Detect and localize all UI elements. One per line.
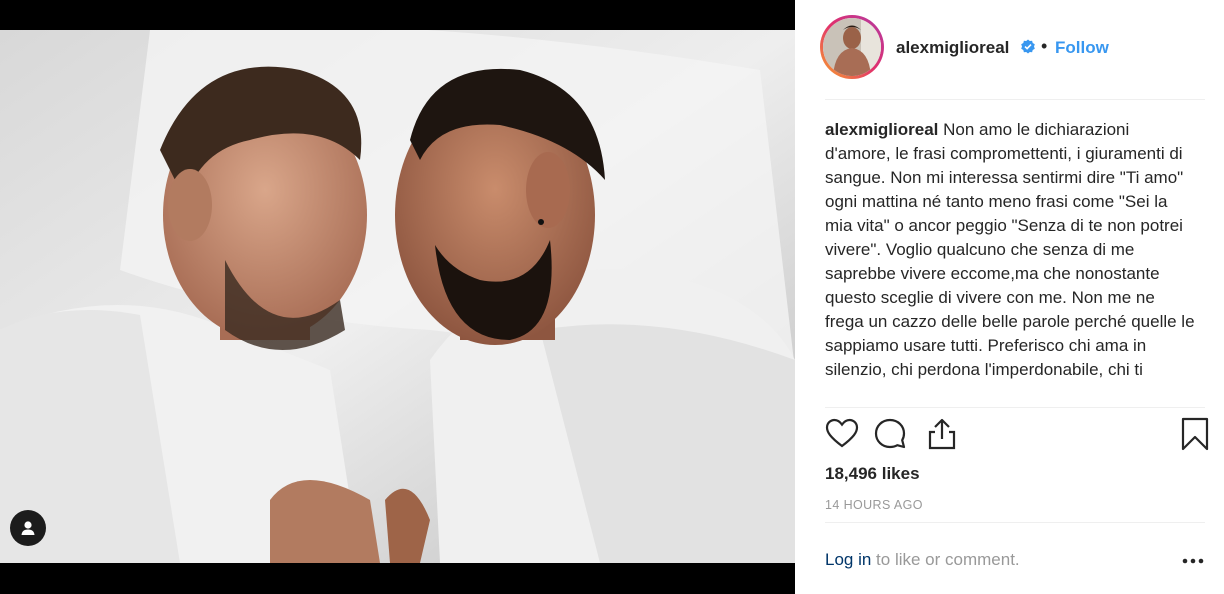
login-prompt-text: to like or comment. xyxy=(871,550,1020,569)
heart-icon[interactable] xyxy=(825,417,859,456)
caption-username[interactable]: alexmiglioreal xyxy=(825,120,938,139)
likes-count[interactable]: 18,496 likes xyxy=(825,464,920,484)
action-bar xyxy=(825,417,1215,453)
login-link[interactable]: Log in xyxy=(825,550,871,569)
post-side-panel: alexmiglioreal • Follow alexmiglioreal N… xyxy=(795,0,1224,594)
post-photo[interactable] xyxy=(0,30,795,563)
caption-text: Non amo le dichiarazioni d'amore, le fra… xyxy=(825,120,1195,379)
share-icon[interactable] xyxy=(925,417,959,456)
tagged-user-icon[interactable] xyxy=(10,510,46,546)
separator-dot: • xyxy=(1041,36,1048,56)
divider xyxy=(825,522,1205,523)
avatar[interactable] xyxy=(820,15,884,79)
post-timestamp[interactable]: 14 HOURS AGO xyxy=(825,498,923,512)
bookmark-icon[interactable] xyxy=(1180,417,1210,456)
follow-button[interactable]: Follow xyxy=(1055,38,1109,58)
avatar-image xyxy=(823,18,881,76)
post-media xyxy=(0,0,795,594)
more-options-icon[interactable] xyxy=(1181,551,1205,576)
post-header: alexmiglioreal • Follow xyxy=(795,0,1224,100)
divider xyxy=(825,407,1205,408)
comment-icon[interactable] xyxy=(873,417,907,456)
verified-badge-icon xyxy=(1020,39,1036,60)
login-prompt: Log in to like or comment. xyxy=(825,550,1020,570)
post-caption: alexmiglioreal Non amo le dichiarazioni … xyxy=(825,118,1195,408)
divider xyxy=(825,99,1205,100)
post-username[interactable]: alexmiglioreal xyxy=(896,38,1009,58)
